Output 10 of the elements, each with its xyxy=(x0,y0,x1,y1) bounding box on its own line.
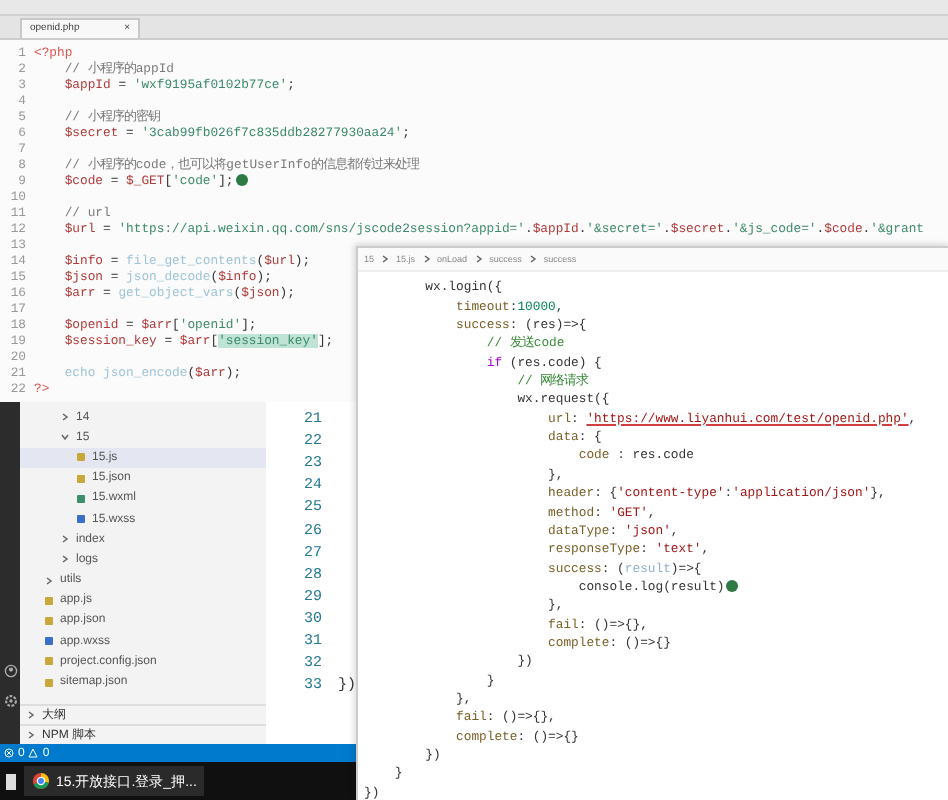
error-icon xyxy=(4,748,14,759)
chevron-icon xyxy=(473,254,484,265)
browser-icon xyxy=(32,772,50,791)
settings-icon[interactable] xyxy=(3,694,17,709)
chevron-icon xyxy=(380,254,391,265)
chevron-icon xyxy=(527,254,538,265)
warning-icon xyxy=(28,748,39,759)
start-icon[interactable] xyxy=(6,773,16,790)
chevron-icon xyxy=(421,254,432,265)
account-icon[interactable] xyxy=(3,664,17,679)
